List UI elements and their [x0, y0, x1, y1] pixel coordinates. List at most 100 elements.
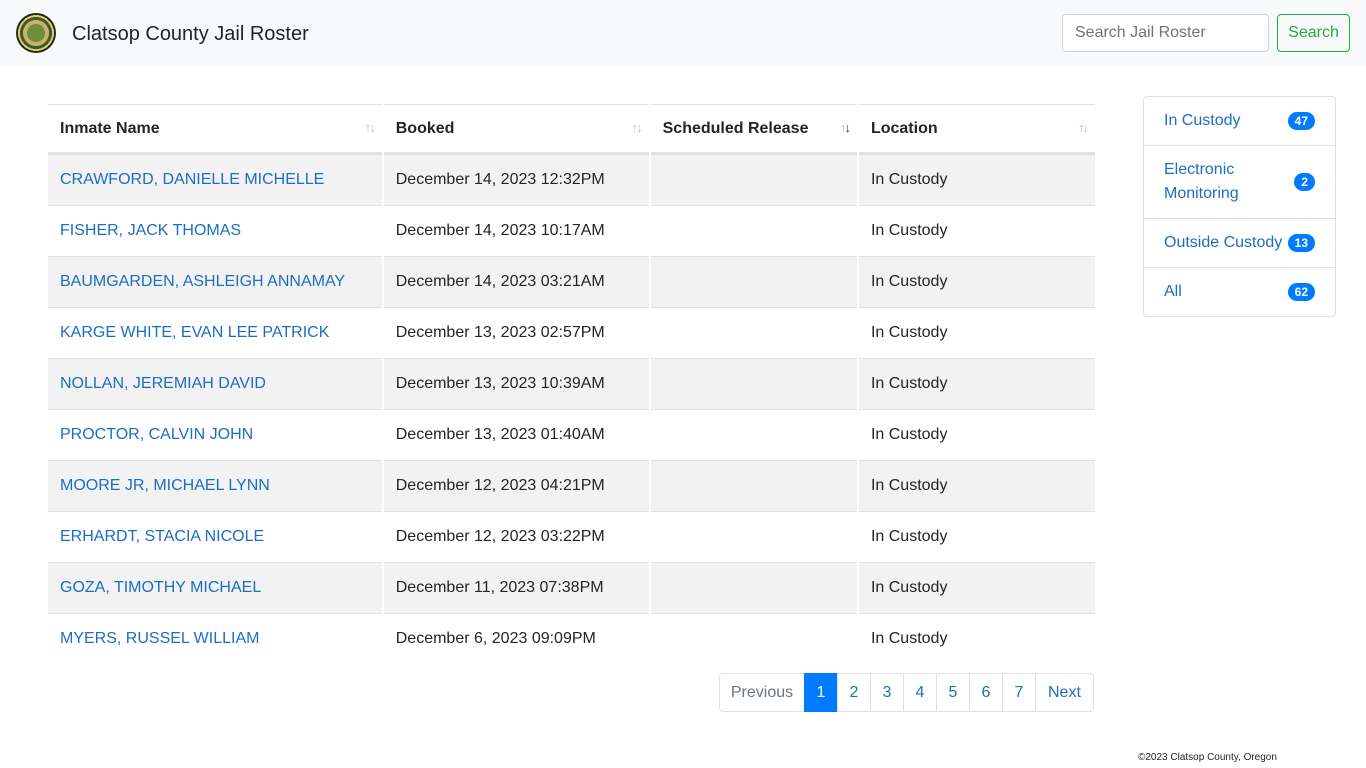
- scheduled-release-cell: [650, 511, 857, 562]
- booked-date-cell: December 14, 2023 12:32PM: [383, 154, 649, 205]
- sort-icon[interactable]: ↑↓: [1078, 120, 1089, 135]
- pagination-page-7[interactable]: 7: [1002, 673, 1036, 712]
- pagination-page-2[interactable]: 2: [837, 673, 871, 712]
- table-row: BAUMGARDEN, ASHLEIGH ANNAMAY December 14,…: [48, 256, 1095, 307]
- roster-body: CRAWFORD, DANIELLE MICHELLE December 14, …: [48, 154, 1095, 664]
- location-cell: In Custody: [858, 511, 1095, 562]
- inmate-name-link[interactable]: MYERS, RUSSEL WILLIAM: [60, 630, 259, 647]
- table-row: MOORE JR, MICHAEL LYNN December 12, 2023 …: [48, 460, 1095, 511]
- filter-label: In Custody: [1164, 112, 1241, 129]
- table-row: NOLLAN, JEREMIAH DAVID December 13, 2023 …: [48, 358, 1095, 409]
- inmate-name-link[interactable]: NOLLAN, JEREMIAH DAVID: [60, 375, 266, 392]
- navbar: Clatsop County Jail Roster Search: [0, 0, 1366, 66]
- scheduled-release-cell: [650, 460, 857, 511]
- location-cell: In Custody: [858, 154, 1095, 205]
- count-badge: 47: [1287, 112, 1315, 130]
- table-row: MYERS, RUSSEL WILLIAM December 6, 2023 09…: [48, 613, 1095, 664]
- roster-table: Inmate Name ↑↓ Booked ↑↓ Scheduled Relea…: [46, 104, 1097, 664]
- location-cell: In Custody: [858, 256, 1095, 307]
- inmate-name-link[interactable]: KARGE WHITE, EVAN LEE PATRICK: [60, 324, 329, 341]
- scheduled-release-cell: [650, 256, 857, 307]
- column-header-label: Inmate Name: [60, 119, 160, 137]
- table-row: KARGE WHITE, EVAN LEE PATRICK December 13…: [48, 307, 1095, 358]
- inmate-name-link[interactable]: PROCTOR, CALVIN JOHN: [60, 426, 253, 443]
- inmate-name-link[interactable]: BAUMGARDEN, ASHLEIGH ANNAMAY: [60, 273, 345, 290]
- status-filter-list: In Custody 47 Electronic Monitoring 2 Ou…: [1143, 96, 1336, 317]
- location-cell: In Custody: [858, 460, 1095, 511]
- column-header-label: Booked: [395, 119, 455, 137]
- footer-copyright: ©2023 Clatsop County, Oregon: [1138, 752, 1277, 763]
- booked-date-cell: December 13, 2023 01:40AM: [383, 409, 649, 460]
- booked-date-cell: December 12, 2023 03:22PM: [383, 511, 649, 562]
- column-header-scheduled-release[interactable]: Scheduled Release ↑↓: [650, 104, 857, 154]
- filter-outside-custody[interactable]: Outside Custody 13: [1144, 219, 1335, 268]
- count-badge: 2: [1294, 173, 1315, 191]
- inmate-name-cell: BAUMGARDEN, ASHLEIGH ANNAMAY: [48, 256, 382, 307]
- booked-date-cell: December 13, 2023 10:39AM: [383, 358, 649, 409]
- booked-date-cell: December 14, 2023 03:21AM: [383, 256, 649, 307]
- pagination-page-4[interactable]: 4: [903, 673, 937, 712]
- booked-date-cell: December 13, 2023 02:57PM: [383, 307, 649, 358]
- sort-descending-icon[interactable]: ↑↓: [840, 120, 851, 135]
- inmate-name-link[interactable]: FISHER, JACK THOMAS: [60, 222, 241, 239]
- inmate-name-cell: MYERS, RUSSEL WILLIAM: [48, 613, 382, 664]
- sort-icon[interactable]: ↑↓: [632, 120, 643, 135]
- booked-date-cell: December 14, 2023 10:17AM: [383, 205, 649, 256]
- pagination-page-3[interactable]: 3: [870, 673, 904, 712]
- pagination-page-5[interactable]: 5: [936, 673, 970, 712]
- table-row: CRAWFORD, DANIELLE MICHELLE December 14, …: [48, 154, 1095, 205]
- scheduled-release-cell: [650, 358, 857, 409]
- pagination-page-6[interactable]: 6: [969, 673, 1003, 712]
- scheduled-release-cell: [650, 613, 857, 664]
- scheduled-release-cell: [650, 205, 857, 256]
- filter-label: Outside Custody: [1164, 234, 1283, 251]
- location-cell: In Custody: [858, 409, 1095, 460]
- column-header-booked[interactable]: Booked ↑↓: [383, 104, 649, 154]
- scheduled-release-cell: [650, 154, 857, 205]
- location-cell: In Custody: [858, 562, 1095, 613]
- scheduled-release-cell: [650, 562, 857, 613]
- column-header-label: Scheduled Release: [662, 119, 809, 137]
- table-row: FISHER, JACK THOMAS December 14, 2023 10:…: [48, 205, 1095, 256]
- location-cell: In Custody: [858, 307, 1095, 358]
- filter-electronic-monitoring[interactable]: Electronic Monitoring 2: [1144, 146, 1335, 219]
- column-header-label: Location: [870, 119, 938, 137]
- location-cell: In Custody: [858, 205, 1095, 256]
- pagination-previous[interactable]: Previous: [719, 673, 805, 712]
- location-cell: In Custody: [858, 358, 1095, 409]
- sort-icon[interactable]: ↑↓: [365, 120, 376, 135]
- count-badge: 62: [1287, 283, 1315, 301]
- search-input[interactable]: [1062, 14, 1269, 52]
- site-title[interactable]: Clatsop County Jail Roster: [72, 22, 309, 46]
- pagination: Previous 1 2 3 4 5 6 7 Next: [719, 673, 1094, 712]
- pagination-page-1[interactable]: 1: [804, 673, 838, 712]
- filter-label: Electronic Monitoring: [1164, 161, 1239, 202]
- booked-date-cell: December 11, 2023 07:38PM: [383, 562, 649, 613]
- pagination-next[interactable]: Next: [1035, 673, 1094, 712]
- inmate-name-cell: GOZA, TIMOTHY MICHAEL: [48, 562, 382, 613]
- county-seal-logo[interactable]: [16, 13, 56, 53]
- booked-date-cell: December 12, 2023 04:21PM: [383, 460, 649, 511]
- count-badge: 13: [1287, 234, 1315, 252]
- inmate-name-cell: FISHER, JACK THOMAS: [48, 205, 382, 256]
- filter-in-custody[interactable]: In Custody 47: [1144, 97, 1335, 146]
- booked-date-cell: December 6, 2023 09:09PM: [383, 613, 649, 664]
- filter-label: All: [1164, 283, 1182, 300]
- search-button[interactable]: Search: [1277, 14, 1350, 52]
- column-header-inmate-name[interactable]: Inmate Name ↑↓: [48, 104, 382, 154]
- filter-all[interactable]: All 62: [1144, 268, 1335, 316]
- inmate-name-cell: MOORE JR, MICHAEL LYNN: [48, 460, 382, 511]
- inmate-name-cell: KARGE WHITE, EVAN LEE PATRICK: [48, 307, 382, 358]
- column-header-location[interactable]: Location ↑↓: [858, 104, 1095, 154]
- inmate-name-link[interactable]: CRAWFORD, DANIELLE MICHELLE: [60, 171, 324, 188]
- inmate-name-link[interactable]: MOORE JR, MICHAEL LYNN: [60, 477, 270, 494]
- inmate-name-link[interactable]: ERHARDT, STACIA NICOLE: [60, 528, 264, 545]
- inmate-name-link[interactable]: GOZA, TIMOTHY MICHAEL: [60, 579, 261, 596]
- table-row: GOZA, TIMOTHY MICHAEL December 11, 2023 0…: [48, 562, 1095, 613]
- table-row: PROCTOR, CALVIN JOHN December 13, 2023 01…: [48, 409, 1095, 460]
- scheduled-release-cell: [650, 307, 857, 358]
- inmate-name-cell: PROCTOR, CALVIN JOHN: [48, 409, 382, 460]
- inmate-name-cell: CRAWFORD, DANIELLE MICHELLE: [48, 154, 382, 205]
- table-row: ERHARDT, STACIA NICOLE December 12, 2023 …: [48, 511, 1095, 562]
- scheduled-release-cell: [650, 409, 857, 460]
